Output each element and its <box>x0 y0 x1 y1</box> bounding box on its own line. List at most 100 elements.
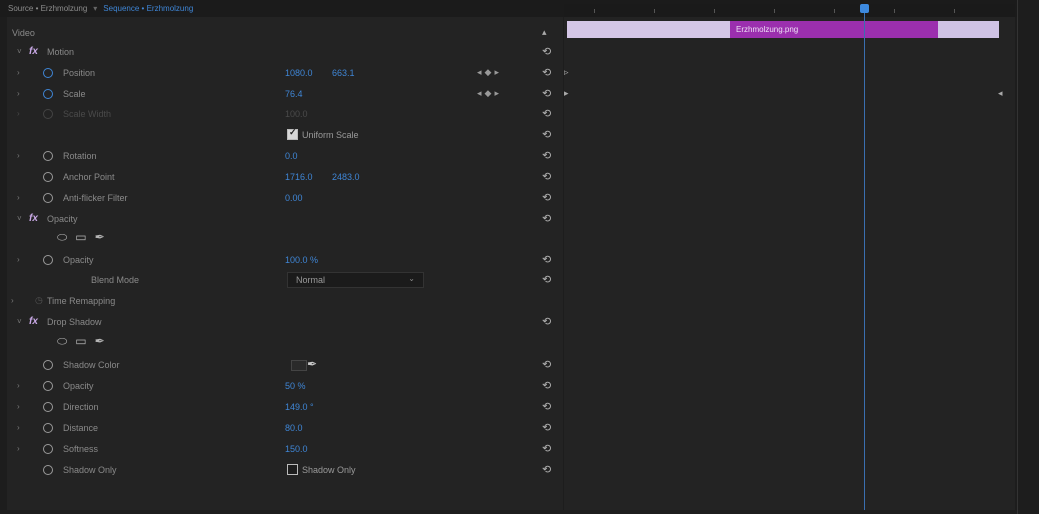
distance-row: › Distance 80.0 ⟲ <box>7 419 563 438</box>
motion-effect-row[interactable]: ˅ fx Motion ⟲ <box>7 43 563 62</box>
scale-value[interactable]: 76.4 <box>285 89 303 99</box>
opacity-row: › Opacity 100.0 % ⟲ <box>7 251 563 270</box>
rectangle-mask-icon[interactable]: ▭ <box>75 334 86 348</box>
expand-arrow-icon[interactable]: › <box>17 68 20 77</box>
expand-arrow-icon[interactable]: › <box>17 193 20 202</box>
reset-icon[interactable]: ⟲ <box>542 212 551 225</box>
mask-tools: ⬭ ▭ ✒ <box>57 334 113 349</box>
reset-icon[interactable]: ⟲ <box>542 87 551 100</box>
position-x-value[interactable]: 1080.0 <box>285 68 313 78</box>
stopwatch-icon[interactable] <box>43 444 53 454</box>
reset-icon[interactable]: ⟲ <box>542 45 551 58</box>
chevron-down-icon: ⌄ <box>408 274 415 283</box>
reset-icon[interactable]: ⟲ <box>542 358 551 371</box>
stopwatch-icon[interactable] <box>43 151 53 161</box>
softness-value[interactable]: 150.0 <box>285 444 308 454</box>
expand-arrow-icon[interactable]: › <box>17 151 20 160</box>
eyedropper-icon[interactable]: ✒ <box>307 357 317 371</box>
expand-arrow-icon[interactable]: › <box>17 444 20 453</box>
stopwatch-icon[interactable] <box>43 423 53 433</box>
reset-icon[interactable]: ⟲ <box>542 442 551 455</box>
clip-tail <box>938 21 999 38</box>
reset-icon[interactable]: ⟲ <box>542 379 551 392</box>
reset-icon[interactable]: ⟲ <box>542 463 551 476</box>
time-remapping-row[interactable]: › ◷ Time Remapping <box>7 292 563 311</box>
stopwatch-icon[interactable] <box>43 89 53 99</box>
collapse-icon[interactable]: ▴ <box>542 27 547 38</box>
reset-icon[interactable]: ⟲ <box>542 170 551 183</box>
rotation-value[interactable]: 0.0 <box>285 151 298 161</box>
playhead[interactable] <box>860 4 869 510</box>
collapse-arrow-icon[interactable]: ˅ <box>17 317 22 326</box>
expand-arrow-icon[interactable]: › <box>11 296 14 305</box>
keyframe-marker-icon[interactable]: ◂ <box>998 88 1003 99</box>
stopwatch-icon[interactable] <box>43 360 53 370</box>
expand-arrow-icon[interactable]: › <box>17 89 20 98</box>
anchor-x-value[interactable]: 1716.0 <box>285 172 313 182</box>
expand-arrow-icon[interactable]: › <box>17 255 20 264</box>
source-tab[interactable]: Source • Erzhmolzung <box>8 4 87 13</box>
reset-icon[interactable]: ⟲ <box>542 191 551 204</box>
opacity-effect-row[interactable]: ˅ fx Opacity ⟲ <box>7 210 563 229</box>
uniform-scale-label: Uniform Scale <box>302 130 359 140</box>
expand-arrow-icon[interactable]: › <box>17 402 20 411</box>
reset-icon[interactable]: ⟲ <box>542 128 551 141</box>
uniform-scale-checkbox[interactable] <box>287 127 298 140</box>
collapse-arrow-icon[interactable]: ˅ <box>17 214 22 223</box>
expand-arrow-icon[interactable]: › <box>17 381 20 390</box>
direction-value[interactable]: 149.0 ° <box>285 402 314 412</box>
fx-icon[interactable]: fx <box>29 213 38 224</box>
stopwatch-icon[interactable] <box>43 172 53 182</box>
stopwatch-icon[interactable] <box>43 255 53 265</box>
position-y-value[interactable]: 663.1 <box>332 68 355 78</box>
stopwatch-icon[interactable] <box>43 381 53 391</box>
timeline-clip[interactable]: Erzhmolzung.png <box>567 21 999 38</box>
keyframe-nav-icon[interactable]: ◂◆▸ <box>477 67 502 78</box>
ellipse-mask-icon[interactable]: ⬭ <box>57 230 67 245</box>
distance-value[interactable]: 80.0 <box>285 423 303 433</box>
reset-icon[interactable]: ⟲ <box>542 149 551 162</box>
fx-icon[interactable]: fx <box>29 316 38 327</box>
stopwatch-icon[interactable] <box>43 193 53 203</box>
distance-label: Distance <box>63 423 99 433</box>
ellipse-mask-icon[interactable]: ⬭ <box>57 334 67 349</box>
blend-mode-label: Blend Mode <box>91 275 140 285</box>
direction-row: › Direction 149.0 ° ⟲ <box>7 398 563 417</box>
drop-shadow-label: Drop Shadow <box>47 317 102 327</box>
stopwatch-icon[interactable] <box>43 402 53 412</box>
reset-icon[interactable]: ⟲ <box>542 315 551 328</box>
shadow-only-checkbox[interactable] <box>287 464 298 475</box>
fx-icon[interactable]: fx <box>29 46 38 57</box>
keyframe-nav-icon[interactable]: ◂◆▸ <box>477 88 502 99</box>
reset-icon[interactable]: ⟲ <box>542 66 551 79</box>
stopwatch-icon[interactable] <box>43 465 53 475</box>
blend-mode-select[interactable]: Normal ⌄ <box>287 272 424 288</box>
collapse-arrow-icon[interactable]: ˅ <box>17 47 22 56</box>
shadow-opacity-value[interactable]: 50 % <box>285 381 306 391</box>
reset-icon[interactable]: ⟲ <box>542 421 551 434</box>
opacity-value[interactable]: 100.0 % <box>285 255 318 265</box>
rectangle-mask-icon[interactable]: ▭ <box>75 230 86 244</box>
stopwatch-icon[interactable] <box>43 68 53 78</box>
drop-shadow-effect-row[interactable]: ˅ fx Drop Shadow ⟲ <box>7 313 563 332</box>
pen-mask-icon[interactable]: ✒ <box>95 230 105 244</box>
keyframe-marker-icon[interactable]: ▹ <box>564 67 569 78</box>
breadcrumb: Source • Erzhmolzung ▾ Sequence • Erzhmolz… <box>8 4 193 13</box>
ruler-tick <box>594 9 595 13</box>
anchor-point-label: Anchor Point <box>63 172 115 182</box>
reset-icon[interactable]: ⟲ <box>542 400 551 413</box>
pen-mask-icon[interactable]: ✒ <box>95 334 105 348</box>
playhead-handle[interactable] <box>860 4 869 13</box>
sequence-tab[interactable]: Sequence • Erzhmolzung <box>103 4 193 13</box>
breadcrumb-separator: ▾ <box>93 4 98 13</box>
anchor-y-value[interactable]: 2483.0 <box>332 172 360 182</box>
expand-arrow-icon[interactable]: › <box>17 423 20 432</box>
anti-flicker-value[interactable]: 0.00 <box>285 193 303 203</box>
shadow-color-swatch[interactable] <box>291 360 307 371</box>
reset-icon[interactable]: ⟲ <box>542 273 551 286</box>
effect-timeline[interactable] <box>564 17 1015 510</box>
reset-icon[interactable]: ⟲ <box>542 253 551 266</box>
softness-row: › Softness 150.0 ⟲ <box>7 440 563 459</box>
keyframe-marker-icon[interactable]: ▸ <box>564 88 569 99</box>
clip-body[interactable]: Erzhmolzung.png <box>730 21 938 38</box>
